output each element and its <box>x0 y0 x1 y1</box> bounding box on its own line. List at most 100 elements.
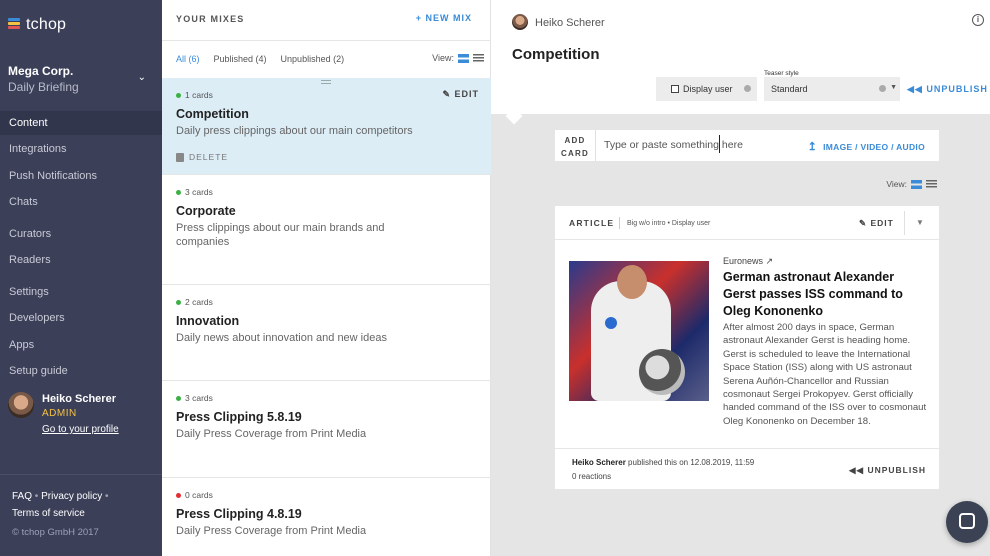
nav-item-apps[interactable]: Apps <box>0 333 162 357</box>
article-body: After almost 200 days in space, German a… <box>723 322 927 427</box>
mix-card-count: 0 cards <box>176 490 477 500</box>
logo[interactable]: tchop <box>8 16 66 34</box>
mixes-header: YOUR MIXES <box>176 14 245 24</box>
astronaut-head <box>617 265 647 299</box>
chat-launcher-button[interactable] <box>946 501 988 543</box>
nav-item-readers[interactable]: Readers <box>0 248 162 272</box>
view-toggle: View: <box>432 53 484 63</box>
info-icon[interactable]: i <box>972 14 984 26</box>
org-switcher[interactable]: Mega Corp. Daily Briefing ⌄ <box>8 64 154 94</box>
mix-description: Daily Press Coverage from Print Media <box>176 428 367 440</box>
mission-patch <box>605 317 617 329</box>
mixes-panel: YOUR MIXES + NEW MIX All (6) Published (… <box>162 0 491 556</box>
mix-description: Daily news about innovation and new idea… <box>176 332 387 344</box>
mix-title: Corporate <box>176 204 236 218</box>
mix-title: Press Clipping 5.8.19 <box>176 410 302 424</box>
filter-published[interactable]: Published (4) <box>214 54 267 64</box>
add-card-input[interactable]: Type or paste something here <box>604 139 743 151</box>
add-media-label: IMAGE / VIDEO / AUDIO <box>823 141 925 152</box>
delete-mix-button[interactable]: DELETE <box>176 152 477 162</box>
display-user-toggle[interactable]: Display user <box>656 77 757 101</box>
mix-card-count: 2 cards <box>176 297 477 307</box>
filter-all[interactable]: All (6) <box>176 54 200 64</box>
mix-item[interactable]: 3 cards Corporate Press clippings about … <box>162 175 491 285</box>
article-source[interactable]: Euronews ↗ <box>723 256 773 267</box>
nav-item-curators[interactable]: Curators <box>0 222 162 246</box>
teaser-style-label: Teaser style <box>764 70 799 77</box>
separator: • <box>34 491 39 502</box>
chat-icon <box>959 513 975 529</box>
avatar <box>512 14 528 30</box>
mix-title: Competition <box>176 107 249 121</box>
card-count-text: 3 cards <box>185 187 213 197</box>
mix-list: 1 cards ✎ EDIT Competition Daily press c… <box>162 78 491 556</box>
mix-description: Press clippings about our main brands an… <box>176 222 385 248</box>
mix-card-count: 3 cards <box>176 187 477 197</box>
editor-header: Heiko Scherer i Competition Display user… <box>491 0 990 114</box>
nav-item-chats[interactable]: Chats <box>0 190 162 214</box>
mix-filters: All (6) Published (4) Unpublished (2) <box>176 54 344 64</box>
card-count-text: 2 cards <box>185 297 213 307</box>
terms-link[interactable]: Terms of service <box>12 508 85 519</box>
status-dot-icon <box>176 395 181 401</box>
add-card-label-line1: ADD <box>564 136 586 145</box>
view-label: View: <box>432 53 454 63</box>
unpublish-label: UNPUBLISH <box>926 84 988 94</box>
list-view-icon[interactable] <box>473 53 484 63</box>
card-count-text: 0 cards <box>185 490 213 500</box>
sidebar: tchop Mega Corp. Daily Briefing ⌄ Conten… <box>0 0 162 556</box>
unpublish-card-button[interactable]: ◀◀ UNPUBLISH <box>849 465 926 476</box>
unpublish-button[interactable]: ◀◀ UNPUBLISH <box>907 84 988 95</box>
tchop-logo-icon <box>8 18 20 32</box>
mix-item[interactable]: 0 cards Press Clipping 4.8.19 Daily Pres… <box>162 478 491 556</box>
mix-item[interactable]: 2 cards Innovation Daily news about inno… <box>162 285 491 381</box>
nav-item-developers[interactable]: Developers <box>0 306 162 330</box>
grid-view-icon[interactable] <box>911 179 922 189</box>
list-view-icon[interactable] <box>926 179 937 189</box>
drag-handle-icon[interactable] <box>321 80 331 84</box>
chevron-down-icon: ⌄ <box>137 72 146 83</box>
checkbox-icon[interactable] <box>671 85 679 93</box>
filter-unpublished[interactable]: Unpublished (2) <box>281 54 345 64</box>
copyright: © tchop GmbH 2017 <box>12 527 99 538</box>
help-dot-icon <box>879 85 886 92</box>
profile-role: ADMIN <box>42 408 77 419</box>
status-dot-icon <box>176 189 181 195</box>
mix-title: Press Clipping 4.8.19 <box>176 507 302 521</box>
org-name: Mega Corp. <box>8 64 74 78</box>
edit-card-button[interactable]: ✎ EDIT <box>859 218 894 229</box>
nav-item-settings[interactable]: Settings <box>0 280 162 304</box>
view-label: View: <box>886 179 907 189</box>
nav-item-push-notifications[interactable]: Push Notifications <box>0 164 162 188</box>
nav-item-setup-guide[interactable]: Setup guide <box>0 359 162 383</box>
mix-item[interactable]: 3 cards Press Clipping 5.8.19 Daily Pres… <box>162 381 491 478</box>
mix-description: Daily Press Coverage from Print Media <box>176 525 367 537</box>
status-dot-icon <box>176 299 181 305</box>
caret-down-icon: ▼ <box>890 84 897 91</box>
divider <box>904 211 905 235</box>
grid-view-icon[interactable] <box>458 53 469 63</box>
nav-item-integrations[interactable]: Integrations <box>0 137 162 161</box>
upload-icon: ↥ <box>807 141 818 153</box>
avatar <box>8 392 34 418</box>
card-count-text: 1 cards <box>185 90 213 100</box>
add-media-button[interactable]: ↥ IMAGE / VIDEO / AUDIO <box>808 140 925 153</box>
edit-mix-button[interactable]: ✎ EDIT <box>442 89 479 100</box>
view-toggle: View: <box>886 179 937 189</box>
trash-icon <box>176 152 184 162</box>
profile-link[interactable]: Go to your profile <box>42 424 119 435</box>
helmet <box>639 349 685 395</box>
mix-item[interactable]: 1 cards ✎ EDIT Competition Daily press c… <box>162 78 491 175</box>
article-reactions: 0 reactions <box>572 472 612 481</box>
teaser-style-select[interactable]: Standard ▼ <box>764 77 900 101</box>
privacy-link[interactable]: Privacy policy <box>41 491 102 502</box>
mix-title: Innovation <box>176 314 240 328</box>
logo-text: tchop <box>26 16 67 33</box>
faq-link[interactable]: FAQ <box>12 491 32 502</box>
mix-card-count: 1 cards <box>176 90 477 100</box>
article-title: German astronaut Alexander Gerst passes … <box>723 270 903 318</box>
chevron-down-icon[interactable]: ▼ <box>916 218 924 227</box>
new-mix-button[interactable]: + NEW MIX <box>416 13 472 23</box>
mix-card-count: 3 cards <box>176 393 477 403</box>
nav-item-content[interactable]: Content <box>0 111 162 135</box>
